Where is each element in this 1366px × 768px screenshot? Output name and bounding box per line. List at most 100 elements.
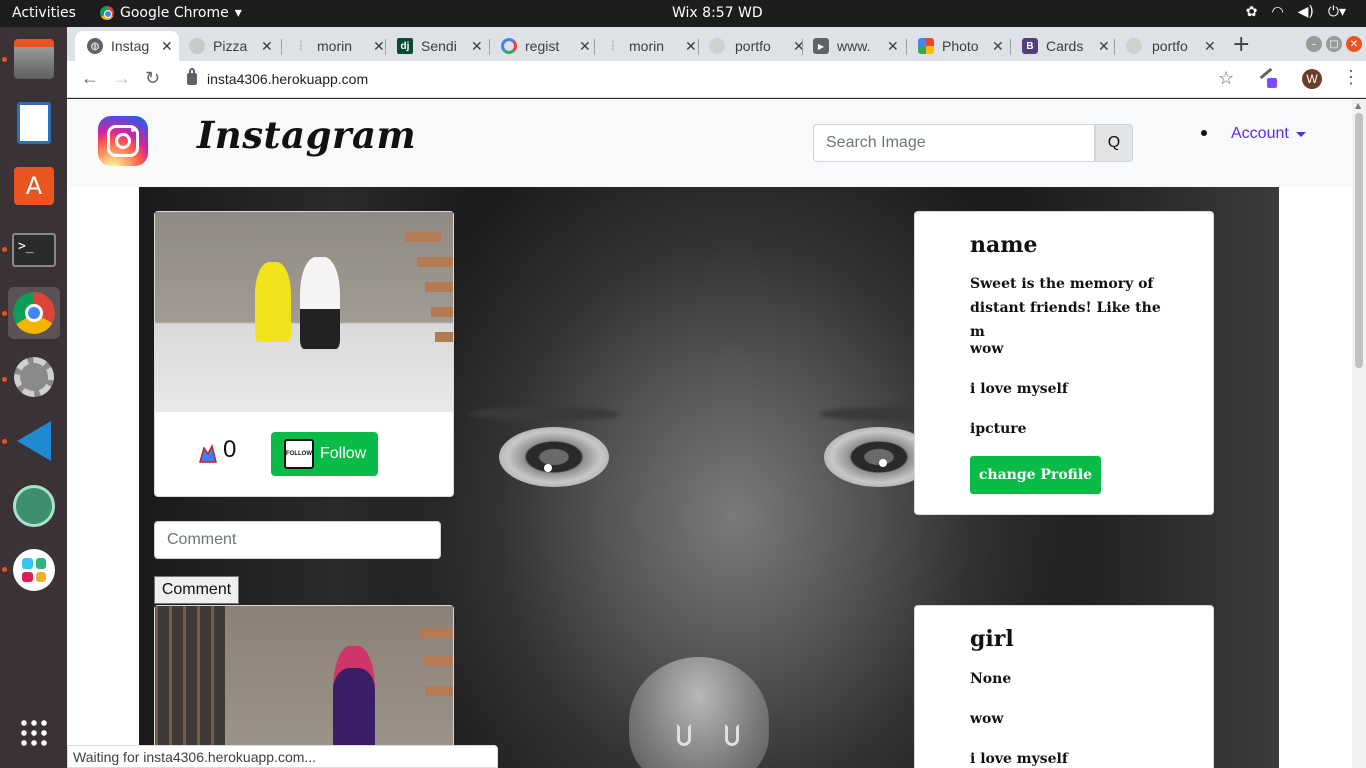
- close-tab-icon[interactable]: ✕: [373, 38, 385, 55]
- settings-app-icon[interactable]: [8, 351, 60, 403]
- chrome-icon: [100, 6, 114, 20]
- writer-app-icon[interactable]: [8, 97, 60, 149]
- close-tab-icon[interactable]: ✕: [161, 38, 173, 55]
- page-icon: [1126, 38, 1142, 54]
- profile-bio: Sweet is the memory of distant friends! …: [970, 276, 1161, 340]
- instagram-logo-icon[interactable]: [98, 116, 148, 166]
- close-tab-icon[interactable]: ✕: [887, 38, 899, 55]
- browser-menu-icon[interactable]: ⋮: [1342, 67, 1360, 88]
- page-scrollbar[interactable]: ▲: [1352, 99, 1366, 768]
- activities-button[interactable]: Activities: [12, 5, 76, 21]
- power-icon[interactable]: ⏻▾: [1328, 4, 1346, 20]
- profile-line: wow: [970, 711, 1004, 727]
- tab-portfolio[interactable]: portfo ✕: [709, 31, 805, 61]
- chrome-app-icon[interactable]: [8, 287, 60, 339]
- scrollbar-thumb[interactable]: [1355, 113, 1363, 368]
- tab-title: morin: [317, 38, 353, 54]
- url-text: insta4306.herokuapp.com: [207, 71, 369, 87]
- page-icon: ┆: [297, 40, 305, 52]
- tab-morin[interactable]: ┆ morin ✕: [293, 31, 385, 61]
- search-button[interactable]: Q: [1095, 124, 1133, 162]
- tab-title: regist: [525, 38, 560, 54]
- terminal-app-icon[interactable]: >_: [8, 224, 60, 276]
- forward-arrow-icon[interactable]: →: [113, 68, 131, 89]
- clock[interactable]: Wix 8:57 WD: [672, 5, 763, 21]
- profile-avatar[interactable]: W: [1302, 69, 1322, 89]
- tab-strip: ◍ Instag ✕ Pizza ✕ ┆ morin ✕ dj Sendi ✕ …: [67, 27, 1366, 61]
- tab-morin-2[interactable]: ┆ morin ✕: [605, 31, 697, 61]
- profile-name: name: [970, 232, 1038, 258]
- tab-photos[interactable]: Photo ✕: [918, 31, 1004, 61]
- tab-separator: [594, 39, 595, 55]
- tab-sendi[interactable]: dj Sendi ✕: [397, 31, 483, 61]
- tab-instagram[interactable]: ◍ Instag ✕: [75, 31, 179, 61]
- extension-icon[interactable]: [1259, 67, 1277, 88]
- web-page: Instagram Q Account: [67, 99, 1352, 768]
- files-app-icon[interactable]: [8, 33, 60, 85]
- follow-button[interactable]: FOLLOW Follow: [271, 432, 378, 476]
- bootstrap-icon: B: [1022, 38, 1038, 54]
- close-tab-icon[interactable]: ✕: [1098, 38, 1110, 55]
- tab-title: Cards: [1046, 38, 1084, 54]
- profile-line: i love myself: [970, 381, 1068, 397]
- google-icon: [501, 38, 517, 54]
- close-tab-icon[interactable]: ✕: [261, 38, 273, 55]
- profile-card: name Sweet is the memory of distant frie…: [914, 211, 1214, 515]
- running-indicator: [2, 567, 7, 572]
- maximize-icon[interactable]: □: [1326, 36, 1342, 52]
- software-center-icon[interactable]: A: [8, 160, 60, 212]
- tab-title: Instag: [111, 38, 150, 54]
- running-indicator: [2, 311, 7, 316]
- address-bar-row: ← → ↻ insta4306.herokuapp.com ☆ W ⋮: [67, 61, 1366, 98]
- tab-title: portfo: [1152, 38, 1188, 54]
- scroll-up-arrow-icon[interactable]: ▲: [1355, 101, 1361, 110]
- network-icon[interactable]: ✿: [1246, 4, 1258, 20]
- vscode-app-icon[interactable]: [8, 415, 60, 467]
- post-image-girl[interactable]: [155, 606, 453, 756]
- bookmark-star-icon[interactable]: ☆: [1218, 68, 1234, 89]
- close-tab-icon[interactable]: ✕: [471, 38, 483, 55]
- account-dropdown[interactable]: Account: [1231, 125, 1306, 143]
- post-image-kids[interactable]: [155, 212, 453, 412]
- volume-icon[interactable]: ◀): [1298, 4, 1314, 20]
- running-indicator: [2, 439, 7, 444]
- profile-card: girl None wow i love myself: [914, 605, 1214, 768]
- change-profile-button[interactable]: change Profile: [970, 456, 1101, 494]
- tab-separator: [1010, 39, 1011, 55]
- running-indicator: [2, 377, 7, 382]
- account-label: Account: [1231, 125, 1289, 142]
- url-field[interactable]: insta4306.herokuapp.com: [187, 68, 369, 87]
- close-tab-icon[interactable]: ✕: [579, 38, 591, 55]
- close-tab-icon[interactable]: ✕: [1204, 38, 1216, 55]
- close-window-icon[interactable]: ✕: [1346, 36, 1362, 52]
- comment-submit-button[interactable]: Comment: [154, 576, 239, 604]
- back-arrow-icon[interactable]: ←: [81, 68, 99, 89]
- profile-line: ipcture: [970, 421, 1027, 437]
- reload-icon[interactable]: ↻: [145, 68, 160, 89]
- tab-cards[interactable]: B Cards ✕: [1022, 31, 1110, 61]
- close-tab-icon[interactable]: ✕: [992, 38, 1004, 55]
- search-image-input[interactable]: [813, 124, 1095, 162]
- tab-www[interactable]: ▶ www. ✕: [813, 31, 899, 61]
- close-tab-icon[interactable]: ✕: [685, 38, 697, 55]
- slack-app-icon[interactable]: [8, 544, 60, 596]
- minimize-icon[interactable]: –: [1306, 36, 1322, 52]
- wifi-icon[interactable]: ◠: [1271, 4, 1283, 20]
- tab-title: portfo: [735, 38, 771, 54]
- tab-portfolio-2[interactable]: portfo ✕: [1126, 31, 1216, 61]
- like-icon[interactable]: [197, 442, 219, 464]
- tab-separator: [802, 39, 803, 55]
- atom-app-icon[interactable]: [8, 480, 60, 532]
- tab-pizza[interactable]: Pizza ✕: [189, 31, 273, 61]
- post-card: [154, 605, 454, 768]
- profile-name: girl: [970, 626, 1014, 652]
- show-apps-grid-icon[interactable]: [8, 707, 60, 759]
- system-tray[interactable]: ✿ ◠ ◀) ⏻▾: [1246, 4, 1346, 20]
- comment-input[interactable]: [154, 521, 441, 559]
- dock: A >_: [0, 27, 67, 768]
- page-icon: ┆: [609, 40, 617, 52]
- new-tab-button[interactable]: +: [1232, 32, 1250, 57]
- site-brand[interactable]: Instagram: [197, 113, 416, 157]
- tab-regist[interactable]: regist ✕: [501, 31, 591, 61]
- app-menu[interactable]: Google Chrome ▾: [100, 5, 242, 21]
